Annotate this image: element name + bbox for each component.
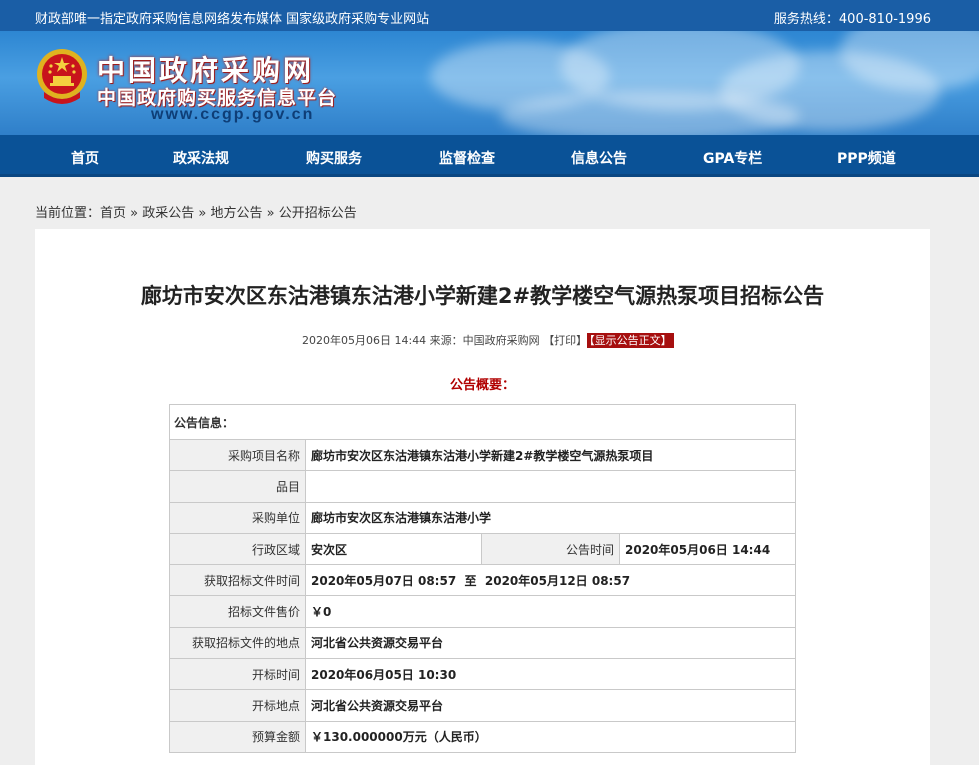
overview-heading: 公告概要：	[450, 378, 516, 393]
nav-purchase-services[interactable]: 购买服务	[306, 148, 362, 168]
row-value: 河北省公共资源交易平台	[305, 626, 796, 660]
nav-regulations[interactable]: 政采法规	[173, 148, 229, 168]
breadcrumb-announcements[interactable]: 政采公告	[142, 206, 194, 221]
breadcrumb-separator: »	[126, 206, 143, 221]
national-emblem-icon[interactable]	[36, 46, 88, 108]
article-meta: 2020年05月06日 14:44 来源：中国政府采购网 【打印】 【显示公告正文…	[302, 332, 674, 348]
nav-home[interactable]: 首页	[71, 148, 99, 168]
breadcrumb-prefix: 当前位置：	[35, 206, 101, 221]
row-value: ￥130.000000万元（人民币）	[305, 720, 796, 753]
breadcrumb-local[interactable]: 地方公告	[210, 206, 262, 221]
row-label: 获取招标文件的地点	[169, 626, 306, 660]
table-row: 公告信息：	[169, 404, 796, 440]
main-nav: 首页 政采法规 购买服务 监督检查 信息公告 GPA专栏 PPP频道	[0, 135, 979, 177]
nav-ppp[interactable]: PPP频道	[837, 148, 896, 168]
breadcrumb-separator: »	[194, 206, 211, 221]
content-panel: 廊坊市安次区东沽港镇东沽港小学新建2#教学楼空气源热泵项目招标公告 2020年0…	[35, 229, 930, 765]
row-label: 开标地点	[169, 689, 306, 722]
table-row: 采购项目名称 廊坊市安次区东沽港镇东沽港小学新建2#教学楼空气源热泵项目	[169, 438, 796, 472]
print-link[interactable]: 【打印】	[543, 334, 587, 347]
table-row: 获取招标文件时间 2020年05月07日 08:57 至 2020年05月12日…	[169, 564, 796, 597]
row-value: 安次区	[305, 532, 482, 566]
row-value	[305, 470, 796, 503]
row-label: 采购单位	[169, 501, 306, 534]
row-label: 采购项目名称	[169, 438, 306, 472]
publish-info: 2020年05月06日 14:44 来源：中国政府采购网	[302, 334, 544, 347]
nav-gpa[interactable]: GPA专栏	[703, 148, 762, 168]
brand-url: www.ccgp.gov.cn	[151, 106, 315, 123]
announcement-info-table: 公告信息： 采购项目名称 廊坊市安次区东沽港镇东沽港小学新建2#教学楼空气源热泵…	[169, 404, 796, 753]
table-row: 预算金额 ￥130.000000万元（人民币）	[169, 720, 796, 753]
service-hotline: 服务热线：400-810-1996	[773, 12, 931, 27]
row-value: 河北省公共资源交易平台	[305, 689, 796, 722]
show-content-button[interactable]: 【显示公告正文】	[587, 333, 674, 348]
breadcrumb: 当前位置：首页 » 政采公告 » 地方公告 » 公开招标公告	[35, 202, 357, 221]
table-row: 获取招标文件的地点 河北省公共资源交易平台	[169, 626, 796, 660]
breadcrumb-separator: »	[262, 206, 279, 221]
row-value: 2020年05月06日 14:44	[619, 532, 796, 566]
table-row: 行政区域 安次区 公告时间 2020年05月06日 14:44	[169, 532, 796, 566]
table-row: 采购单位 廊坊市安次区东沽港镇东沽港小学	[169, 501, 796, 534]
row-label: 招标文件售价	[169, 595, 306, 628]
row-value: 廊坊市安次区东沽港镇东沽港小学新建2#教学楼空气源热泵项目	[305, 438, 796, 472]
page-title: 廊坊市安次区东沽港镇东沽港小学新建2#教学楼空气源热泵项目招标公告	[140, 284, 825, 308]
table-row: 招标文件售价 ￥0	[169, 595, 796, 628]
breadcrumb-home[interactable]: 首页	[100, 206, 126, 221]
row-value: 2020年05月07日 08:57 至 2020年05月12日 08:57	[305, 564, 796, 597]
top-bar: 财政部唯一指定政府采购信息网络发布媒体 国家级政府采购专业网站 服务热线：400…	[0, 0, 979, 31]
row-label: 预算金额	[169, 720, 306, 753]
row-label: 开标时间	[169, 658, 306, 691]
row-label: 品目	[169, 470, 306, 503]
row-value: 2020年06月05日 10:30	[305, 658, 796, 691]
row-value: 廊坊市安次区东沽港镇东沽港小学	[305, 501, 796, 534]
row-label: 行政区域	[169, 532, 306, 566]
site-banner: 中国政府采购网 中国政府购买服务信息平台 www.ccgp.gov.cn	[0, 31, 979, 135]
row-value: ￥0	[305, 595, 796, 628]
nav-supervision[interactable]: 监督检查	[439, 148, 495, 168]
nav-announcements[interactable]: 信息公告	[571, 148, 627, 168]
table-row: 开标地点 河北省公共资源交易平台	[169, 689, 796, 722]
table-row: 品目	[169, 470, 796, 503]
row-label: 公告时间	[481, 532, 620, 566]
table-row: 开标时间 2020年06月05日 10:30	[169, 658, 796, 691]
row-label: 获取招标文件时间	[169, 564, 306, 597]
site-slogan: 财政部唯一指定政府采购信息网络发布媒体 国家级政府采购专业网站	[35, 12, 430, 27]
table-header: 公告信息：	[169, 404, 796, 440]
breadcrumb-public-tender[interactable]: 公开招标公告	[279, 206, 357, 221]
